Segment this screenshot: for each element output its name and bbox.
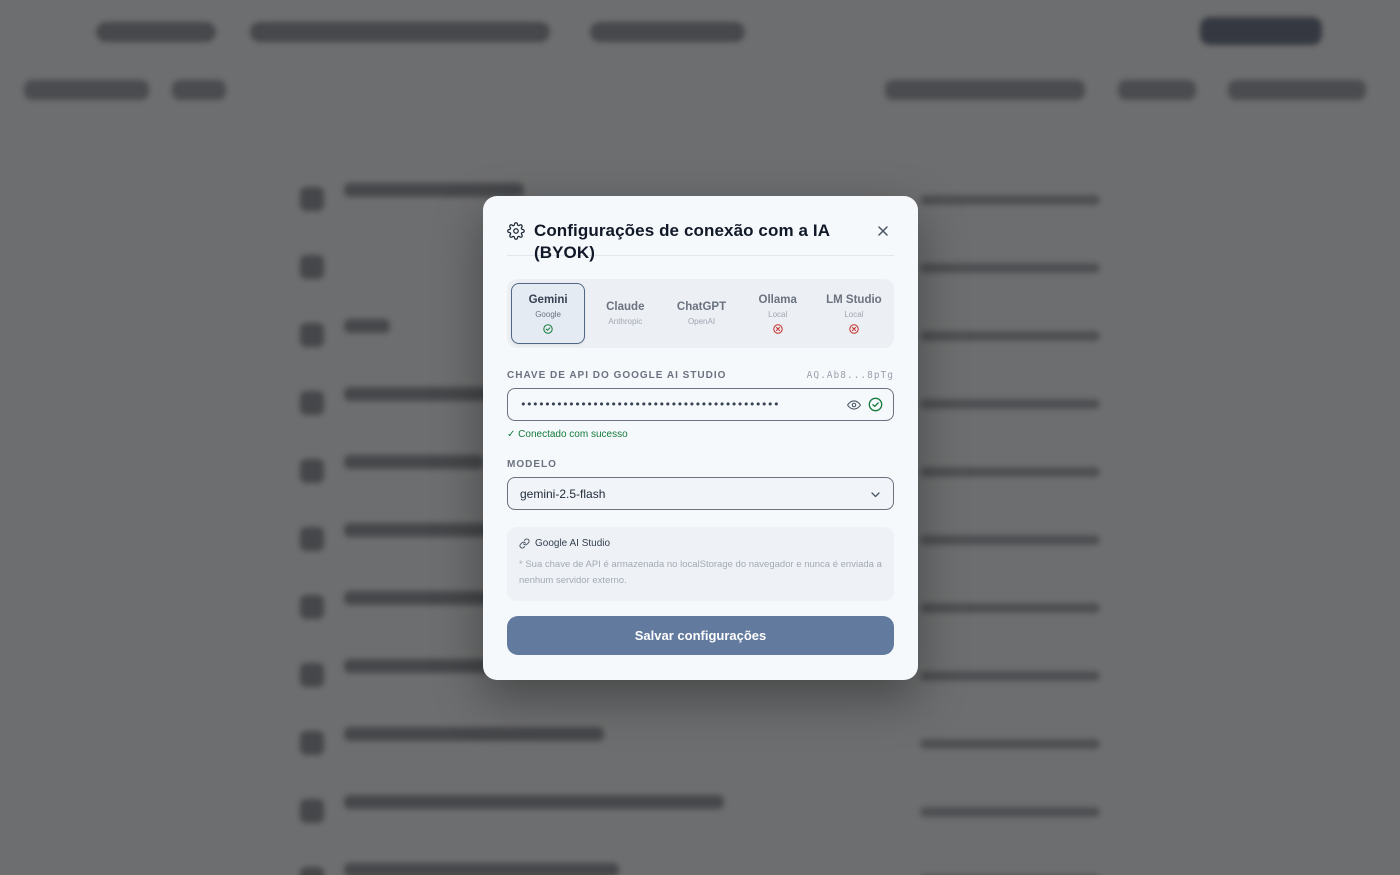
modal-title: Configurações de conexão com a IA (BYOK) bbox=[533, 221, 830, 262]
api-key-masked-hint: AQ.Ab8...8pTg bbox=[806, 370, 894, 381]
provider-vendor: Anthropic bbox=[608, 317, 643, 326]
ai-settings-modal: Configurações de conexão com a IA (BYOK)… bbox=[483, 196, 918, 680]
provider-tab-lm-studio[interactable]: LM Studio Local bbox=[818, 283, 890, 344]
check-circle-icon bbox=[868, 397, 883, 412]
save-settings-button[interactable]: Salvar configurações bbox=[507, 616, 894, 655]
provider-tab-ollama[interactable]: Ollama Local bbox=[742, 283, 814, 344]
info-box: Google AI Studio * Sua chave de API é ar… bbox=[507, 527, 894, 601]
provider-tab-chatgpt[interactable]: ChatGPT OpenAI bbox=[665, 283, 737, 344]
model-select[interactable]: gemini-2.5-flash bbox=[507, 477, 894, 510]
provider-name: Gemini bbox=[528, 294, 568, 306]
error-circle-icon bbox=[849, 324, 859, 334]
provider-name: Ollama bbox=[758, 294, 797, 306]
provider-vendor: Local bbox=[768, 310, 788, 319]
google-ai-studio-link[interactable]: Google AI Studio bbox=[519, 538, 882, 549]
modal-header: Configurações de conexão com a IA (BYOK) bbox=[507, 220, 894, 262]
error-circle-icon bbox=[773, 324, 783, 334]
link-icon bbox=[519, 538, 530, 549]
provider-tab-claude[interactable]: Claude Anthropic bbox=[589, 283, 661, 344]
provider-name: Claude bbox=[606, 301, 645, 313]
check-circle-icon bbox=[543, 324, 553, 334]
provider-tab-gemini[interactable]: Gemini Google bbox=[511, 283, 586, 344]
model-selected-value: gemini-2.5-flash bbox=[520, 487, 606, 501]
gear-icon bbox=[507, 222, 525, 240]
connection-status-message: ✓ Conectado com sucesso bbox=[507, 429, 628, 440]
provider-name: LM Studio bbox=[826, 294, 882, 306]
model-label: MODELO bbox=[507, 459, 557, 470]
provider-vendor: OpenAI bbox=[687, 317, 716, 326]
provider-name: ChatGPT bbox=[676, 301, 727, 313]
api-key-input[interactable]: ••••••••••••••••••••••••••••••••••••••••… bbox=[507, 388, 894, 421]
provider-vendor: Google bbox=[535, 310, 561, 319]
provider-selector: Gemini Google Claude Anthropic ChatGPT O… bbox=[507, 279, 894, 348]
privacy-note: * Sua chave de API é armazenada no local… bbox=[519, 559, 882, 586]
provider-vendor: Local bbox=[844, 310, 864, 319]
api-key-value[interactable]: ••••••••••••••••••••••••••••••••••••••••… bbox=[520, 398, 832, 412]
close-icon[interactable] bbox=[876, 224, 890, 238]
eye-icon[interactable] bbox=[847, 398, 861, 412]
google-ai-studio-link-label: Google AI Studio bbox=[535, 538, 611, 549]
chevron-down-icon bbox=[871, 492, 880, 498]
api-key-label: CHAVE DE API DO GOOGLE AI STUDIO bbox=[507, 370, 727, 381]
